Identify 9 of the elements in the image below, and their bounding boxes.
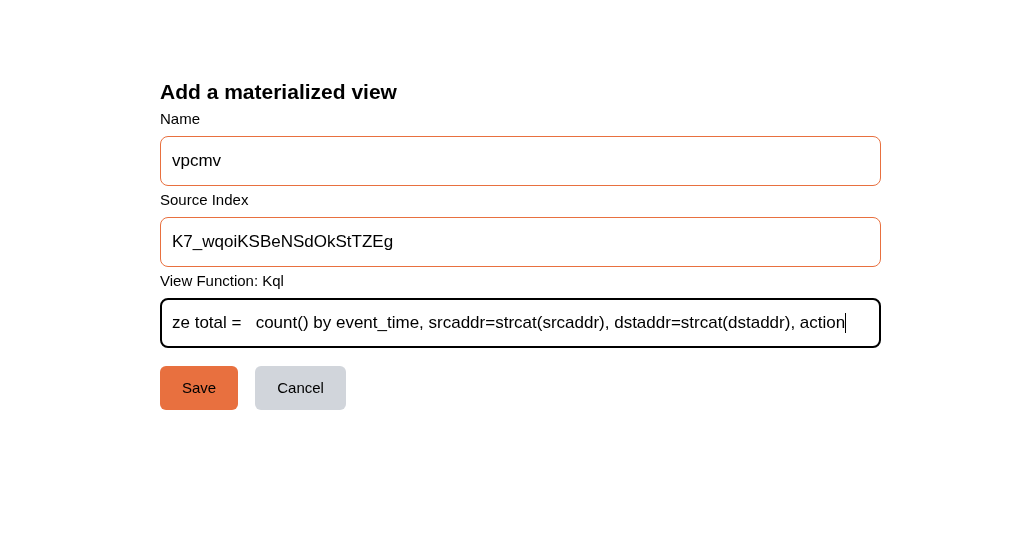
- field-label: Source Index: [160, 190, 249, 210]
- input-field[interactable]: ze total = count() by event_time, srcaddr=strcat(srcaddr), dstaddr=strcat(dstaddr), action: [160, 298, 881, 348]
- field-label: Name: [160, 109, 200, 129]
- cancel-button[interactable]: Cancel: [255, 366, 346, 410]
- save-button[interactable]: Save: [160, 366, 239, 410]
- input-field[interactable]: vpcmv: [160, 136, 881, 186]
- input-field[interactable]: K7_wqoiKSBeNSdOkStTZEg: [160, 217, 881, 267]
- form-title: Add a materialized view: [160, 79, 397, 105]
- field-label: View Function: Kql: [160, 271, 284, 291]
